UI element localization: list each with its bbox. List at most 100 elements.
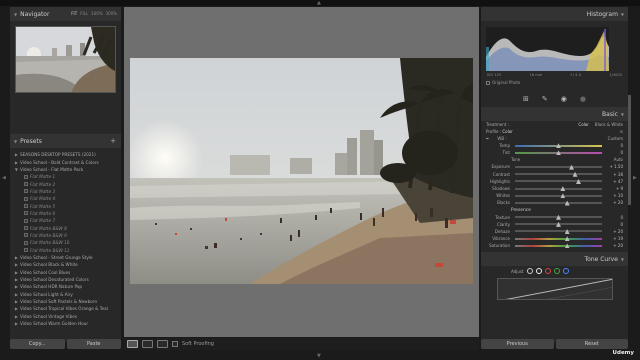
collapsed-arrow-icon[interactable]: ▶ (10, 255, 20, 260)
slider-thumb[interactable] (556, 150, 561, 156)
wb-value[interactable]: Custom (608, 136, 623, 141)
preset-item[interactable]: Flat Matte 1 (10, 173, 121, 180)
zoom-fill[interactable]: FILL (80, 11, 88, 16)
collapsed-arrow-icon[interactable]: ▶ (10, 299, 20, 304)
preset-item[interactable]: Flat Matte 3 (10, 188, 121, 195)
reset-button[interactable]: Reset (555, 339, 628, 349)
slider-track[interactable] (515, 221, 602, 227)
slider-track[interactable] (515, 150, 602, 156)
spot-removal-icon[interactable]: ✎ (542, 95, 548, 103)
slider-thumb[interactable] (564, 236, 570, 242)
slider-value[interactable]: 0 (605, 222, 623, 227)
loupe-view-icon[interactable] (127, 340, 138, 348)
collapsed-arrow-icon[interactable]: ▶ (10, 277, 20, 282)
preset-group[interactable]: ▶ Video School Cool Blues (10, 269, 121, 276)
slider-track[interactable] (515, 243, 602, 249)
histogram[interactable] (486, 27, 609, 71)
tone-curve-header[interactable]: Tone Curve ▼ (481, 252, 628, 267)
preset-item[interactable]: Flat Matte 5 (10, 202, 121, 209)
slider-thumb[interactable] (564, 229, 570, 235)
before-after-split-icon[interactable] (157, 340, 168, 348)
slider-value[interactable]: + 19 (605, 236, 623, 241)
treatment-color[interactable]: Color (578, 122, 588, 127)
slider-track[interactable] (515, 164, 602, 170)
slider-track[interactable] (515, 229, 602, 235)
preset-group[interactable]: ▶ Video School - Street Grunge Style (10, 254, 121, 261)
preset-group[interactable]: ▶ Video School Soft Pastels & Newborn (10, 298, 121, 305)
slider-value[interactable]: + 9 (605, 186, 623, 191)
right-panel-scrollbar[interactable] (628, 95, 631, 205)
slider-thumb[interactable] (556, 143, 561, 149)
add-preset-button[interactable]: + (110, 137, 116, 145)
preset-group[interactable]: ▶ Video School Black & White (10, 261, 121, 268)
preset-item[interactable]: Flat Matte B&W 8 (10, 224, 121, 231)
slider-thumb[interactable] (556, 221, 561, 227)
slider-track[interactable] (515, 143, 602, 149)
paste-button[interactable]: Paste (66, 339, 121, 349)
preset-item[interactable]: Flat Matte 7 (10, 217, 121, 224)
original-photo-toggle[interactable]: Original Photo (481, 80, 628, 85)
collapsed-arrow-icon[interactable]: ▶ (10, 152, 20, 157)
slider-value[interactable]: + 47 (605, 179, 623, 184)
preset-group[interactable]: ▼ Video School - Flat Matte Pack (10, 166, 121, 173)
preset-group[interactable]: ▶ Video School Warm Golden Hour (10, 320, 121, 327)
slider-thumb[interactable] (556, 214, 561, 220)
slider-thumb[interactable] (560, 193, 566, 199)
main-photo[interactable] (130, 58, 473, 284)
collapsed-arrow-icon[interactable]: ▶ (10, 306, 20, 311)
slider-value[interactable]: + 10 (605, 193, 623, 198)
slider-track[interactable] (515, 186, 602, 192)
green-channel-icon[interactable] (553, 268, 560, 275)
slider-value[interactable]: + 20 (605, 200, 623, 205)
slider-value[interactable]: 0 (605, 143, 623, 148)
navigator-preview[interactable] (15, 26, 116, 93)
right-panel-toggle-icon[interactable]: ▶ (633, 175, 637, 181)
expanded-arrow-icon[interactable]: ▼ (10, 167, 20, 172)
preset-group[interactable]: ▶ Video School - Bold Contrast & Colors (10, 158, 121, 165)
presets-header[interactable]: ▼ Presets + (10, 134, 121, 148)
slider-value[interactable]: + 20 (605, 243, 623, 248)
slider-thumb[interactable] (576, 178, 581, 184)
preset-group[interactable]: ▶ Video School Tropical Vibes Orange & Te… (10, 305, 121, 312)
basic-header[interactable]: Basic ▼ (481, 107, 628, 121)
histogram-header[interactable]: Histogram ▼ (481, 7, 628, 21)
collapsed-arrow-icon[interactable]: ▶ (10, 160, 20, 165)
slider-thumb[interactable] (564, 200, 570, 206)
original-photo-checkbox[interactable] (486, 80, 490, 85)
before-after-icon[interactable] (142, 340, 153, 348)
soft-proofing-checkbox[interactable] (172, 341, 178, 347)
preset-item[interactable]: Flat Matte 2 (10, 180, 121, 187)
photo-canvas[interactable] (124, 7, 479, 337)
preset-item[interactable]: Flat Matte 6 (10, 210, 121, 217)
preset-group[interactable]: ▶ Video School Light & Airy (10, 291, 121, 298)
profile-value[interactable]: Color (502, 129, 512, 134)
collapsed-arrow-icon[interactable]: ▶ (10, 314, 20, 319)
profile-browser-icon[interactable]: ⊞ (620, 129, 623, 134)
treatment-bw[interactable]: Black & White (595, 122, 623, 127)
slider-track[interactable] (515, 236, 602, 242)
blue-channel-icon[interactable] (562, 268, 569, 275)
collapsed-arrow-icon[interactable]: ▶ (10, 292, 20, 297)
slider-thumb[interactable] (564, 243, 570, 249)
slider-track[interactable] (515, 178, 602, 184)
left-panel-toggle-icon[interactable]: ◀ (2, 175, 6, 181)
tone-auto[interactable]: Auto (614, 157, 623, 162)
red-channel-icon[interactable] (544, 268, 551, 275)
preset-item[interactable]: Flat Matte B&W 10 (10, 239, 121, 246)
tone-curve-graph[interactable] (496, 278, 613, 301)
preset-item[interactable]: Flat Matte B&W 11 (10, 246, 121, 253)
slider-thumb[interactable] (569, 164, 575, 170)
slider-track[interactable] (515, 193, 602, 199)
zoom-300[interactable]: 300% (106, 11, 117, 16)
slider-value[interactable]: + 20 (605, 229, 623, 234)
slider-track[interactable] (515, 214, 602, 220)
slider-thumb[interactable] (572, 171, 578, 177)
copy-button[interactable]: Copy... (10, 339, 65, 349)
zoom-fit[interactable]: FIT (71, 11, 77, 16)
preset-item[interactable]: Flat Matte 4 (10, 195, 121, 202)
slider-value[interactable]: + 1.50 (605, 164, 623, 169)
zoom-100[interactable]: 100% (91, 11, 102, 16)
slider-track[interactable] (515, 200, 602, 206)
collapsed-arrow-icon[interactable]: ▶ (10, 321, 20, 326)
slider-track[interactable] (515, 171, 602, 177)
